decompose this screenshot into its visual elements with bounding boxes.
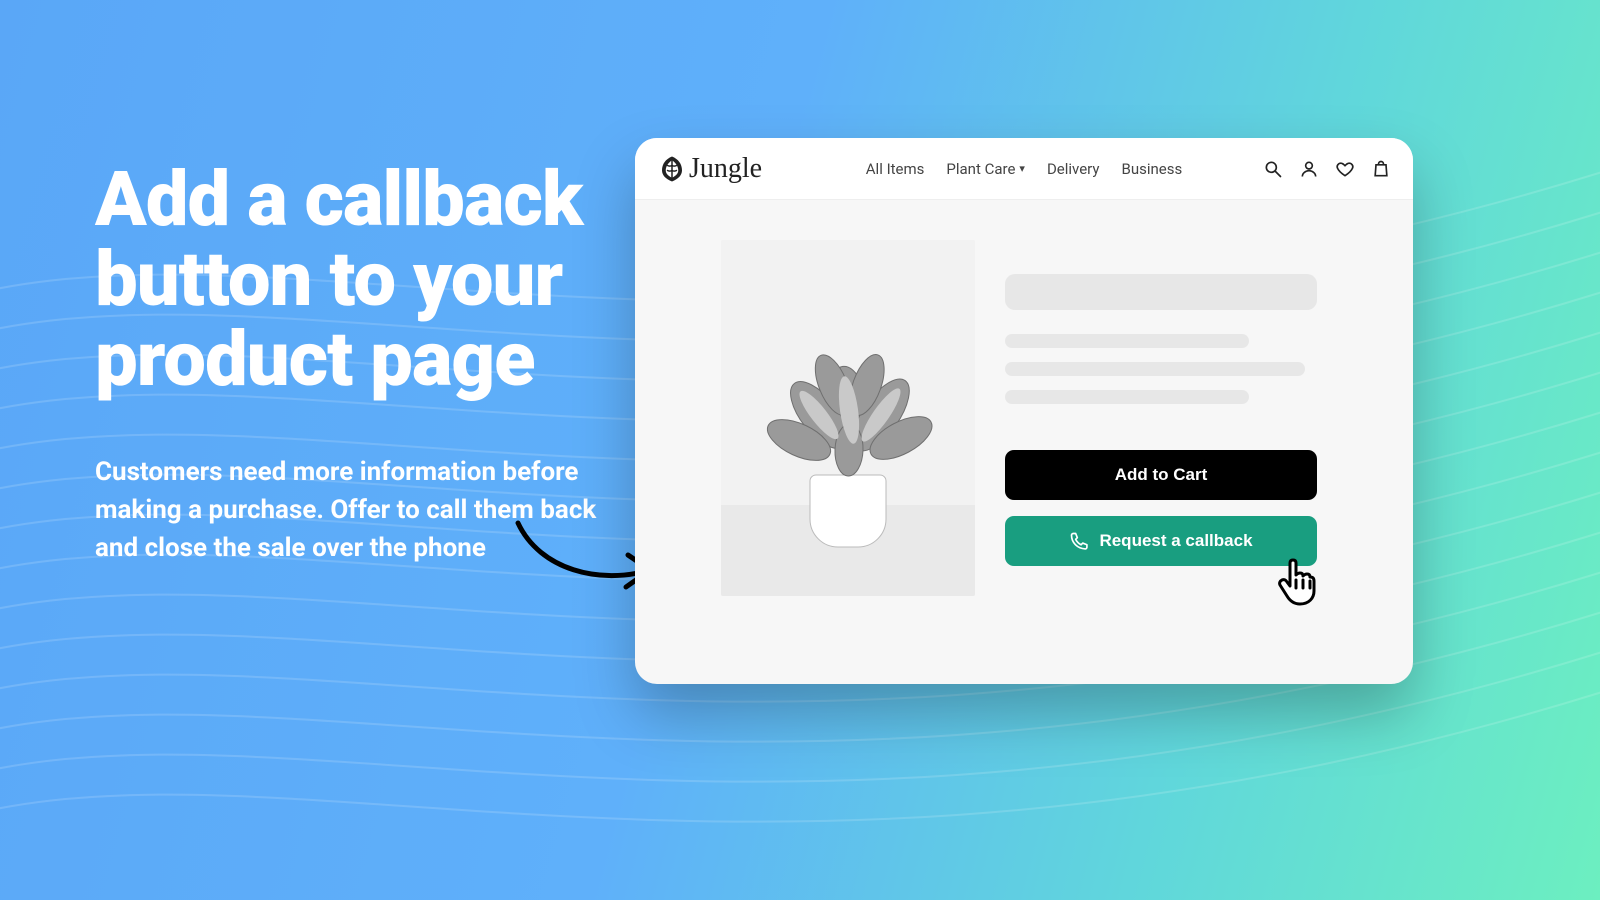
- store-nav: All Items Plant Care ▾ Delivery Business: [866, 160, 1182, 178]
- heart-icon[interactable]: [1335, 159, 1355, 179]
- add-to-cart-button[interactable]: Add to Cart: [1005, 450, 1317, 500]
- placeholder-line: [1005, 362, 1305, 376]
- request-callback-button[interactable]: Request a callback: [1005, 516, 1317, 566]
- nav-plant-care-label: Plant Care: [946, 160, 1015, 178]
- nav-plant-care[interactable]: Plant Care ▾: [946, 160, 1025, 178]
- placeholder-line: [1005, 390, 1249, 404]
- bag-icon[interactable]: [1371, 159, 1391, 179]
- phone-icon: [1069, 531, 1089, 551]
- chevron-down-icon: ▾: [1019, 162, 1025, 175]
- placeholder-title: [1005, 274, 1317, 310]
- pointer-cursor-icon: [1275, 556, 1323, 608]
- nav-all-items[interactable]: All Items: [866, 160, 925, 178]
- nav-business[interactable]: Business: [1121, 160, 1182, 178]
- leaf-icon: [657, 154, 687, 184]
- marketing-headline: Add a callback button to your product pa…: [95, 160, 625, 399]
- placeholder-line: [1005, 334, 1249, 348]
- request-callback-label: Request a callback: [1099, 531, 1252, 551]
- product-image: [721, 240, 975, 596]
- brand-name-text: Jungle: [689, 153, 762, 185]
- search-icon[interactable]: [1263, 159, 1283, 179]
- store-topbar: Jungle All Items Plant Care ▾ Delivery B…: [635, 138, 1413, 200]
- store-brand[interactable]: Jungle: [657, 153, 762, 185]
- product-info: Add to Cart Request a callback: [1005, 240, 1365, 596]
- nav-delivery[interactable]: Delivery: [1047, 160, 1100, 178]
- add-to-cart-label: Add to Cart: [1115, 465, 1208, 485]
- user-icon[interactable]: [1299, 159, 1319, 179]
